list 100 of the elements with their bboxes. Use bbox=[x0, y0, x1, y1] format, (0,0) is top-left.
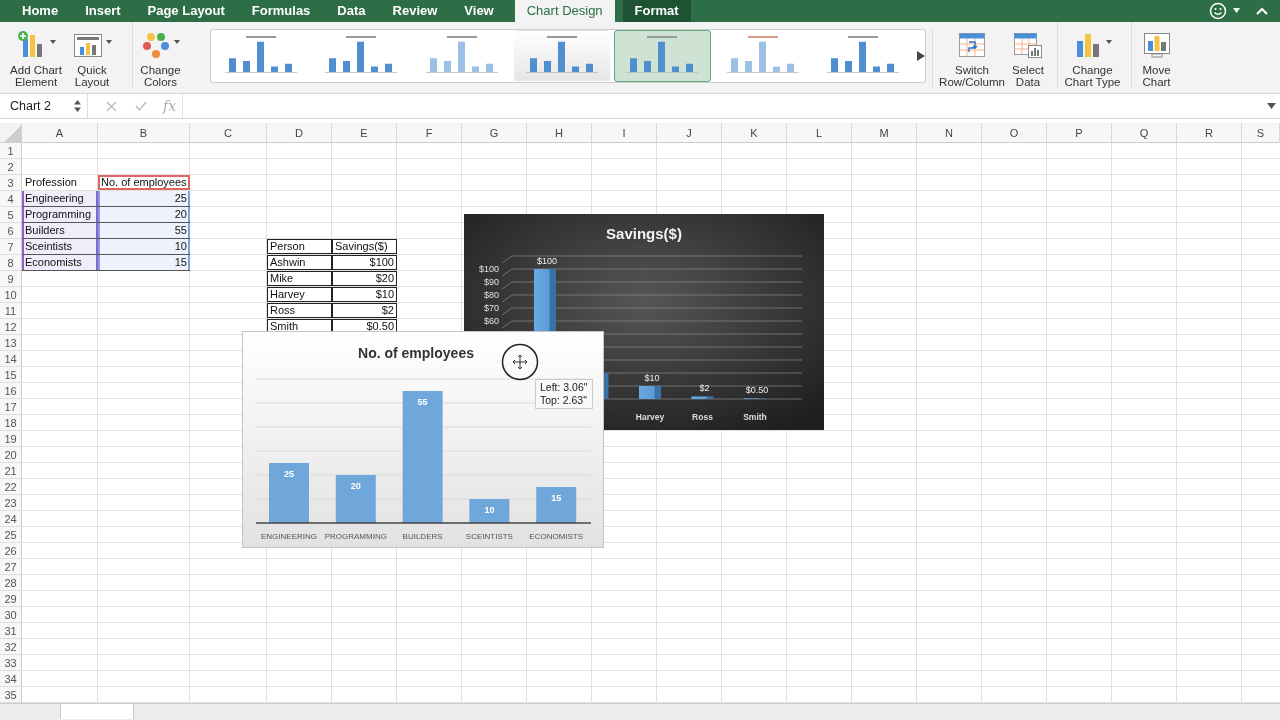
row-header[interactable]: 9 bbox=[0, 271, 22, 288]
column-header[interactable]: G bbox=[462, 123, 527, 144]
table-cell: Sceintists bbox=[22, 239, 98, 256]
row-header[interactable]: 1 bbox=[0, 143, 22, 160]
row-header[interactable]: 25 bbox=[0, 527, 22, 544]
column-header[interactable]: F bbox=[397, 123, 462, 144]
column-header[interactable]: R bbox=[1177, 123, 1242, 144]
category-label: Ross bbox=[692, 412, 713, 423]
table-cell: Harvey bbox=[267, 287, 332, 304]
smiley-icon[interactable] bbox=[1209, 1, 1227, 20]
column-header[interactable]: K bbox=[722, 123, 787, 144]
chart-style-option[interactable] bbox=[513, 29, 611, 82]
column-header[interactable]: O bbox=[982, 123, 1047, 144]
checkmark-icon[interactable] bbox=[135, 101, 147, 112]
row-header[interactable]: 13 bbox=[0, 335, 22, 352]
row-header[interactable]: 35 bbox=[0, 687, 22, 704]
row-header[interactable]: 14 bbox=[0, 351, 22, 368]
row-header[interactable]: 6 bbox=[0, 223, 22, 240]
table-cell: Engineering bbox=[22, 191, 98, 208]
row-header[interactable]: 16 bbox=[0, 383, 22, 400]
bar bbox=[469, 499, 510, 524]
column-header[interactable]: C bbox=[190, 123, 267, 144]
chart-style-option[interactable] bbox=[614, 29, 711, 82]
row-header[interactable]: 15 bbox=[0, 367, 22, 384]
row-header[interactable]: 3 bbox=[0, 175, 22, 192]
row-header[interactable]: 17 bbox=[0, 399, 22, 416]
row-header[interactable]: 31 bbox=[0, 623, 22, 640]
ribbon-tab[interactable]: Review bbox=[379, 0, 451, 22]
row-header[interactable]: 34 bbox=[0, 671, 22, 688]
table-cell: $2 bbox=[332, 303, 397, 320]
ribbon-tab[interactable]: Page Layout bbox=[134, 0, 238, 22]
column-header[interactable]: I bbox=[592, 123, 657, 144]
bar bbox=[335, 475, 376, 524]
column-header[interactable]: B bbox=[98, 123, 190, 144]
row-header[interactable]: 7 bbox=[0, 239, 22, 256]
expand-caret-icon[interactable] bbox=[1267, 103, 1276, 110]
column-header[interactable]: M bbox=[852, 123, 917, 144]
column-header[interactable]: N bbox=[917, 123, 982, 144]
row-header[interactable]: 33 bbox=[0, 655, 22, 672]
column-header[interactable]: H bbox=[527, 123, 592, 144]
column-header[interactable]: P bbox=[1047, 123, 1112, 144]
data-label: 10 bbox=[484, 505, 495, 516]
ribbon-tab[interactable]: Formulas bbox=[238, 0, 324, 22]
row-header[interactable]: 4 bbox=[0, 191, 22, 208]
table-cell: 25 bbox=[98, 191, 190, 208]
row-header[interactable]: 29 bbox=[0, 591, 22, 608]
bar bbox=[691, 396, 714, 400]
category-label: Smith bbox=[743, 412, 767, 423]
cancel-icon[interactable] bbox=[106, 100, 117, 112]
ribbon-tab[interactable]: Home bbox=[9, 0, 72, 22]
ribbon-tab[interactable]: Chart Design bbox=[514, 0, 615, 22]
column-header[interactable]: Q bbox=[1112, 123, 1177, 144]
row-header[interactable]: 10 bbox=[0, 287, 22, 304]
ribbon-button[interactable]: Quick Layout bbox=[68, 21, 116, 88]
column-header[interactable]: L bbox=[787, 123, 852, 144]
ribbon-tab[interactable]: Insert bbox=[72, 0, 134, 22]
ribbon-button[interactable]: Switch Row/Column bbox=[939, 21, 1005, 88]
table-cell: Savings($) bbox=[332, 239, 397, 256]
table-cell: Ashwin bbox=[267, 255, 332, 272]
row-header[interactable]: 24 bbox=[0, 511, 22, 528]
row-header[interactable]: 28 bbox=[0, 575, 22, 592]
axis-tick-label: $80 bbox=[483, 290, 499, 301]
column-header[interactable]: A bbox=[22, 123, 98, 144]
row-header[interactable]: 8 bbox=[0, 255, 22, 272]
row-header[interactable]: 27 bbox=[0, 559, 22, 576]
ribbon-button[interactable]: Change Colors bbox=[132, 21, 188, 88]
ribbon-button[interactable]: Add Chart Element bbox=[6, 21, 66, 88]
table-cell: Person bbox=[267, 239, 332, 256]
ribbon-button[interactable]: Move Chart bbox=[1131, 21, 1181, 88]
ribbon-button[interactable]: Change Chart Type bbox=[1057, 21, 1127, 88]
ribbon-tab[interactable]: Format bbox=[622, 0, 691, 22]
row-header[interactable]: 12 bbox=[0, 319, 22, 336]
ribbon-tab[interactable]: Data bbox=[324, 0, 379, 22]
table-cell: Economists bbox=[22, 255, 98, 272]
row-header[interactable]: 5 bbox=[0, 207, 22, 224]
move-cursor-icon bbox=[501, 343, 539, 382]
column-header[interactable]: S bbox=[1242, 123, 1280, 144]
row-header[interactable]: 18 bbox=[0, 415, 22, 432]
row-header[interactable]: 19 bbox=[0, 431, 22, 448]
row-header[interactable]: 11 bbox=[0, 303, 22, 320]
row-header[interactable]: 26 bbox=[0, 543, 22, 560]
row-header[interactable]: 2 bbox=[0, 159, 22, 176]
name-box[interactable]: Chart 2 bbox=[0, 94, 88, 119]
column-header[interactable]: J bbox=[657, 123, 722, 144]
collapse-ribbon-icon[interactable] bbox=[1256, 6, 1268, 15]
row-header[interactable]: 32 bbox=[0, 639, 22, 656]
row-header[interactable]: 22 bbox=[0, 479, 22, 496]
caret-icon[interactable] bbox=[1233, 8, 1240, 14]
axis-tick-label: $60 bbox=[483, 316, 499, 327]
data-label: 15 bbox=[551, 493, 562, 504]
ribbon-tab[interactable]: View bbox=[451, 0, 507, 22]
row-header[interactable]: 30 bbox=[0, 607, 22, 624]
row-header[interactable]: 23 bbox=[0, 495, 22, 512]
row-header[interactable]: 20 bbox=[0, 447, 22, 464]
column-header[interactable]: E bbox=[332, 123, 397, 144]
row-header[interactable]: 21 bbox=[0, 463, 22, 480]
spinner-icon[interactable] bbox=[74, 99, 81, 114]
column-header[interactable]: D bbox=[267, 123, 332, 144]
next-arrow-icon[interactable] bbox=[917, 50, 926, 61]
ribbon-button[interactable]: Select Data bbox=[1005, 21, 1051, 88]
